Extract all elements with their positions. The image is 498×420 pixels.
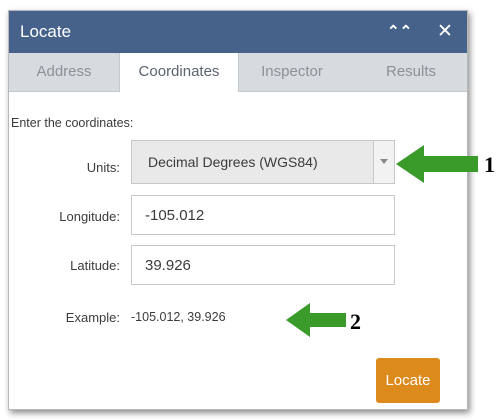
annotation-number-2: 2 [350, 309, 361, 334]
latitude-label: Latitude: [70, 258, 120, 273]
locate-button[interactable]: Locate [376, 358, 440, 403]
dropdown-button[interactable] [373, 141, 394, 183]
instruction-text: Enter the coordinates: [11, 116, 134, 130]
panel-title: Locate [20, 22, 72, 41]
longitude-label: Longitude: [59, 209, 120, 224]
arrow-left-icon [396, 145, 478, 183]
tab-inspector[interactable]: Inspector [238, 53, 346, 91]
title-bar: Locate ⌃⌃ ✕ [9, 11, 467, 53]
units-select[interactable]: Decimal Degrees (WGS84) [131, 140, 395, 184]
tab-coordinates[interactable]: Coordinates [119, 53, 239, 92]
chevron-down-icon [380, 159, 388, 164]
example-value: -105.012, 39.926 [131, 310, 226, 324]
units-label: Units: [86, 160, 120, 175]
tab-bar: Address Coordinates Inspector Results [9, 53, 467, 92]
tab-results[interactable]: Results [355, 53, 467, 91]
double-chevron-up-icon[interactable]: ⌃⌃ [387, 23, 412, 41]
units-select-value: Decimal Degrees (WGS84) [148, 154, 318, 170]
arrow-left-icon [286, 303, 346, 337]
tab-address[interactable]: Address [9, 53, 119, 91]
example-label: Example: [65, 310, 120, 325]
annotation-number-1: 1 [484, 152, 495, 177]
annotation-arrow-2: 2 [286, 303, 361, 337]
annotation-arrow-1: 1 [396, 145, 495, 183]
longitude-input[interactable] [131, 195, 395, 235]
close-icon[interactable]: ✕ [435, 22, 455, 42]
latitude-input[interactable] [131, 245, 395, 285]
